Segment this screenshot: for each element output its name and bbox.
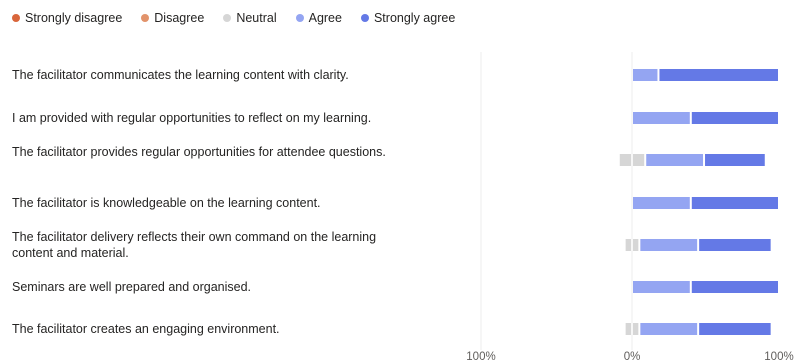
bar-segment-neutral	[633, 239, 639, 251]
x-tick-label: 100%	[764, 351, 793, 363]
x-tick-label: 100%	[466, 351, 495, 363]
bar-segment-strongly-agree	[699, 239, 771, 251]
diverging-bar-chart: 100% 0% 100%	[466, 52, 794, 363]
bar-segment-strongly-agree	[659, 69, 778, 81]
bar-segment-agree	[633, 197, 690, 209]
bar-segment-strongly-agree	[699, 323, 771, 335]
bar-segment-agree	[646, 154, 704, 166]
x-tick-label: 0%	[624, 351, 641, 363]
bar-segment-neutral	[633, 154, 645, 166]
bar-segment-strongly-agree	[691, 112, 778, 124]
bar-segment-strongly-agree	[691, 281, 778, 293]
bar-segment-neutral	[619, 154, 631, 166]
bar-segment-agree	[633, 112, 690, 124]
bar-segment-neutral	[633, 323, 639, 335]
bar-segment-agree	[633, 281, 690, 293]
bar-segment-neutral	[625, 239, 631, 251]
bar-segment-strongly-agree	[705, 154, 765, 166]
bar-segment-agree	[633, 69, 658, 81]
bar-segment-neutral	[625, 323, 631, 335]
bar-segment-strongly-agree	[691, 197, 778, 209]
bar-segment-agree	[640, 239, 698, 251]
bar-segment-agree	[640, 323, 698, 335]
